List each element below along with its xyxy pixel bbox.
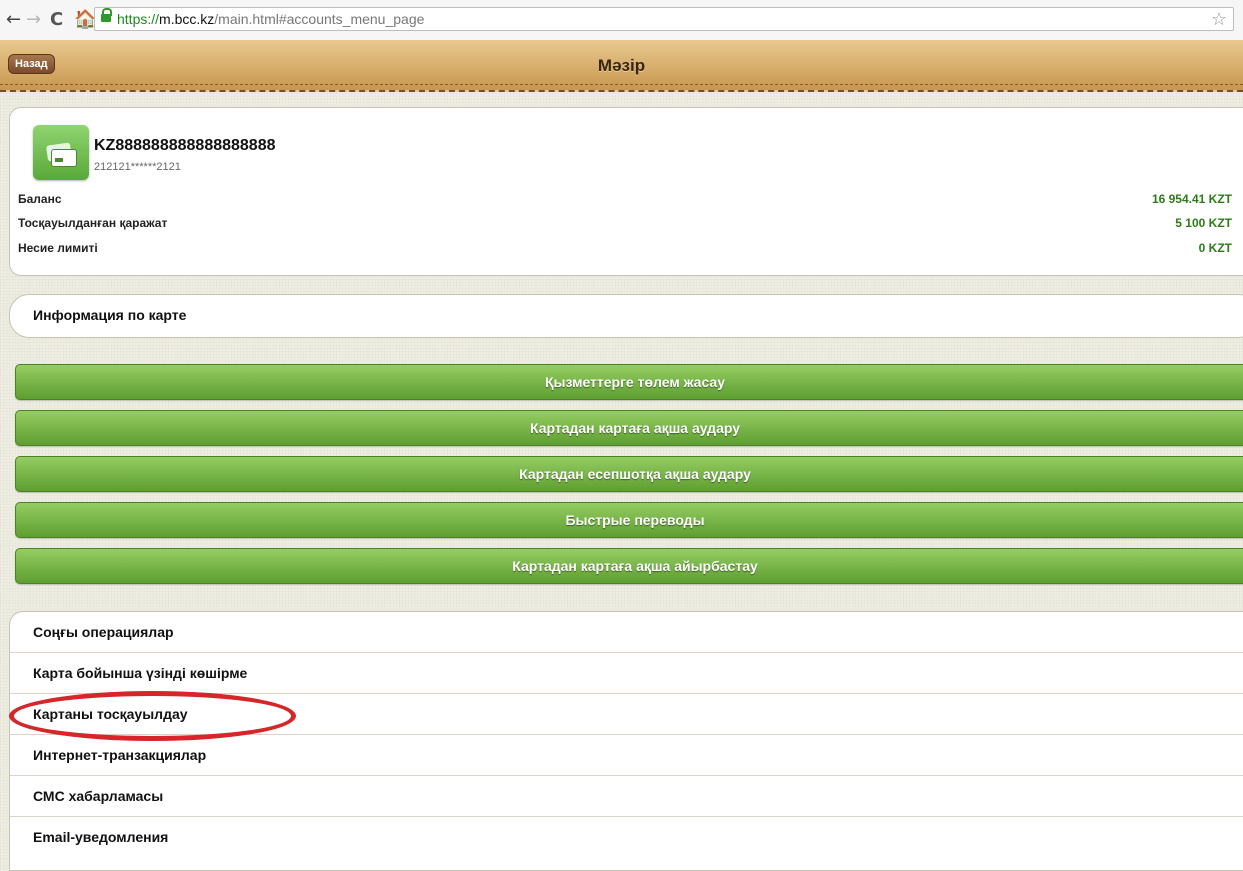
url-scheme: https://	[117, 11, 160, 27]
page-title: Мәзір	[597, 56, 646, 75]
browser-toolbar: ← → C 🏠 https://m.bcc.kz/main.html#accou…	[0, 0, 1243, 41]
card-info-button[interactable]: Информация по карте	[9, 294, 1243, 338]
card-info-label: Информация по карте	[33, 307, 187, 323]
lock-icon	[101, 8, 112, 22]
menu-item-label: Картаны тосқауылдау	[33, 706, 188, 722]
balance-value: 16 954.41 KZT	[1151, 192, 1232, 206]
page-header: Назад Мәзір	[0, 40, 1243, 92]
credit-limit-value: 0 KZT	[1198, 241, 1232, 255]
menu-item-recent-operations[interactable]: Соңғы операциялар	[10, 612, 1243, 653]
card-to-card-transfer-button[interactable]: Картадан картаға ақша аудару	[15, 410, 1243, 446]
menu-item-label: СМС хабарламасы	[33, 788, 164, 804]
card-to-account-transfer-button[interactable]: Картадан есепшотқа ақша аудару	[15, 456, 1243, 492]
menu-item-sms-notifications[interactable]: СМС хабарламасы	[10, 776, 1243, 817]
forward-arrow-icon[interactable]: →	[26, 10, 41, 30]
url-text: https://m.bcc.kz/main.html#accounts_menu…	[117, 11, 424, 27]
reload-icon[interactable]: C	[50, 10, 63, 30]
menu-item-label: Email-уведомления	[33, 829, 169, 845]
menu-item-block-card[interactable]: Картаны тосқауылдау	[10, 694, 1243, 735]
credit-limit-label: Несие лимиті	[18, 241, 98, 255]
menu-item-email-notifications[interactable]: Email-уведомления	[10, 817, 1243, 858]
back-arrow-icon[interactable]: ←	[6, 10, 21, 30]
masked-card-number: 212121******2121	[94, 161, 181, 173]
url-path: /main.html#accounts_menu_page	[214, 11, 425, 27]
star-icon[interactable]: ☆	[1211, 9, 1227, 30]
url-host: m.bcc.kz	[159, 11, 215, 27]
menu-item-label: Интернет-транзакциялар	[33, 747, 207, 763]
menu-item-label: Соңғы операциялар	[33, 624, 174, 640]
account-number: KZ888888888888888888	[94, 137, 276, 154]
menu-item-internet-transactions[interactable]: Интернет-транзакциялар	[10, 735, 1243, 776]
card-menu-list: Соңғы операциялар Карта бойынша үзінді к…	[9, 611, 1243, 871]
blocked-funds-value: 5 100 KZT	[1175, 216, 1232, 230]
pay-services-button[interactable]: Қызметтерге төлем жасау	[15, 364, 1243, 400]
blocked-funds-label: Тосқауылданған қаражат	[18, 216, 168, 230]
account-summary-card: KZ888888888888888888 212121******2121 Ба…	[9, 107, 1243, 276]
address-bar[interactable]: https://m.bcc.kz/main.html#accounts_menu…	[94, 7, 1234, 31]
menu-item-label: Карта бойынша үзінді көшірме	[33, 665, 248, 681]
quick-transfers-button[interactable]: Быстрые переводы	[15, 502, 1243, 538]
card-to-card-exchange-button[interactable]: Картадан картаға ақша айырбастау	[15, 548, 1243, 584]
balance-label: Баланс	[18, 192, 62, 206]
menu-item-card-statement[interactable]: Карта бойынша үзінді көшірме	[10, 653, 1243, 694]
card-icon	[33, 125, 89, 180]
